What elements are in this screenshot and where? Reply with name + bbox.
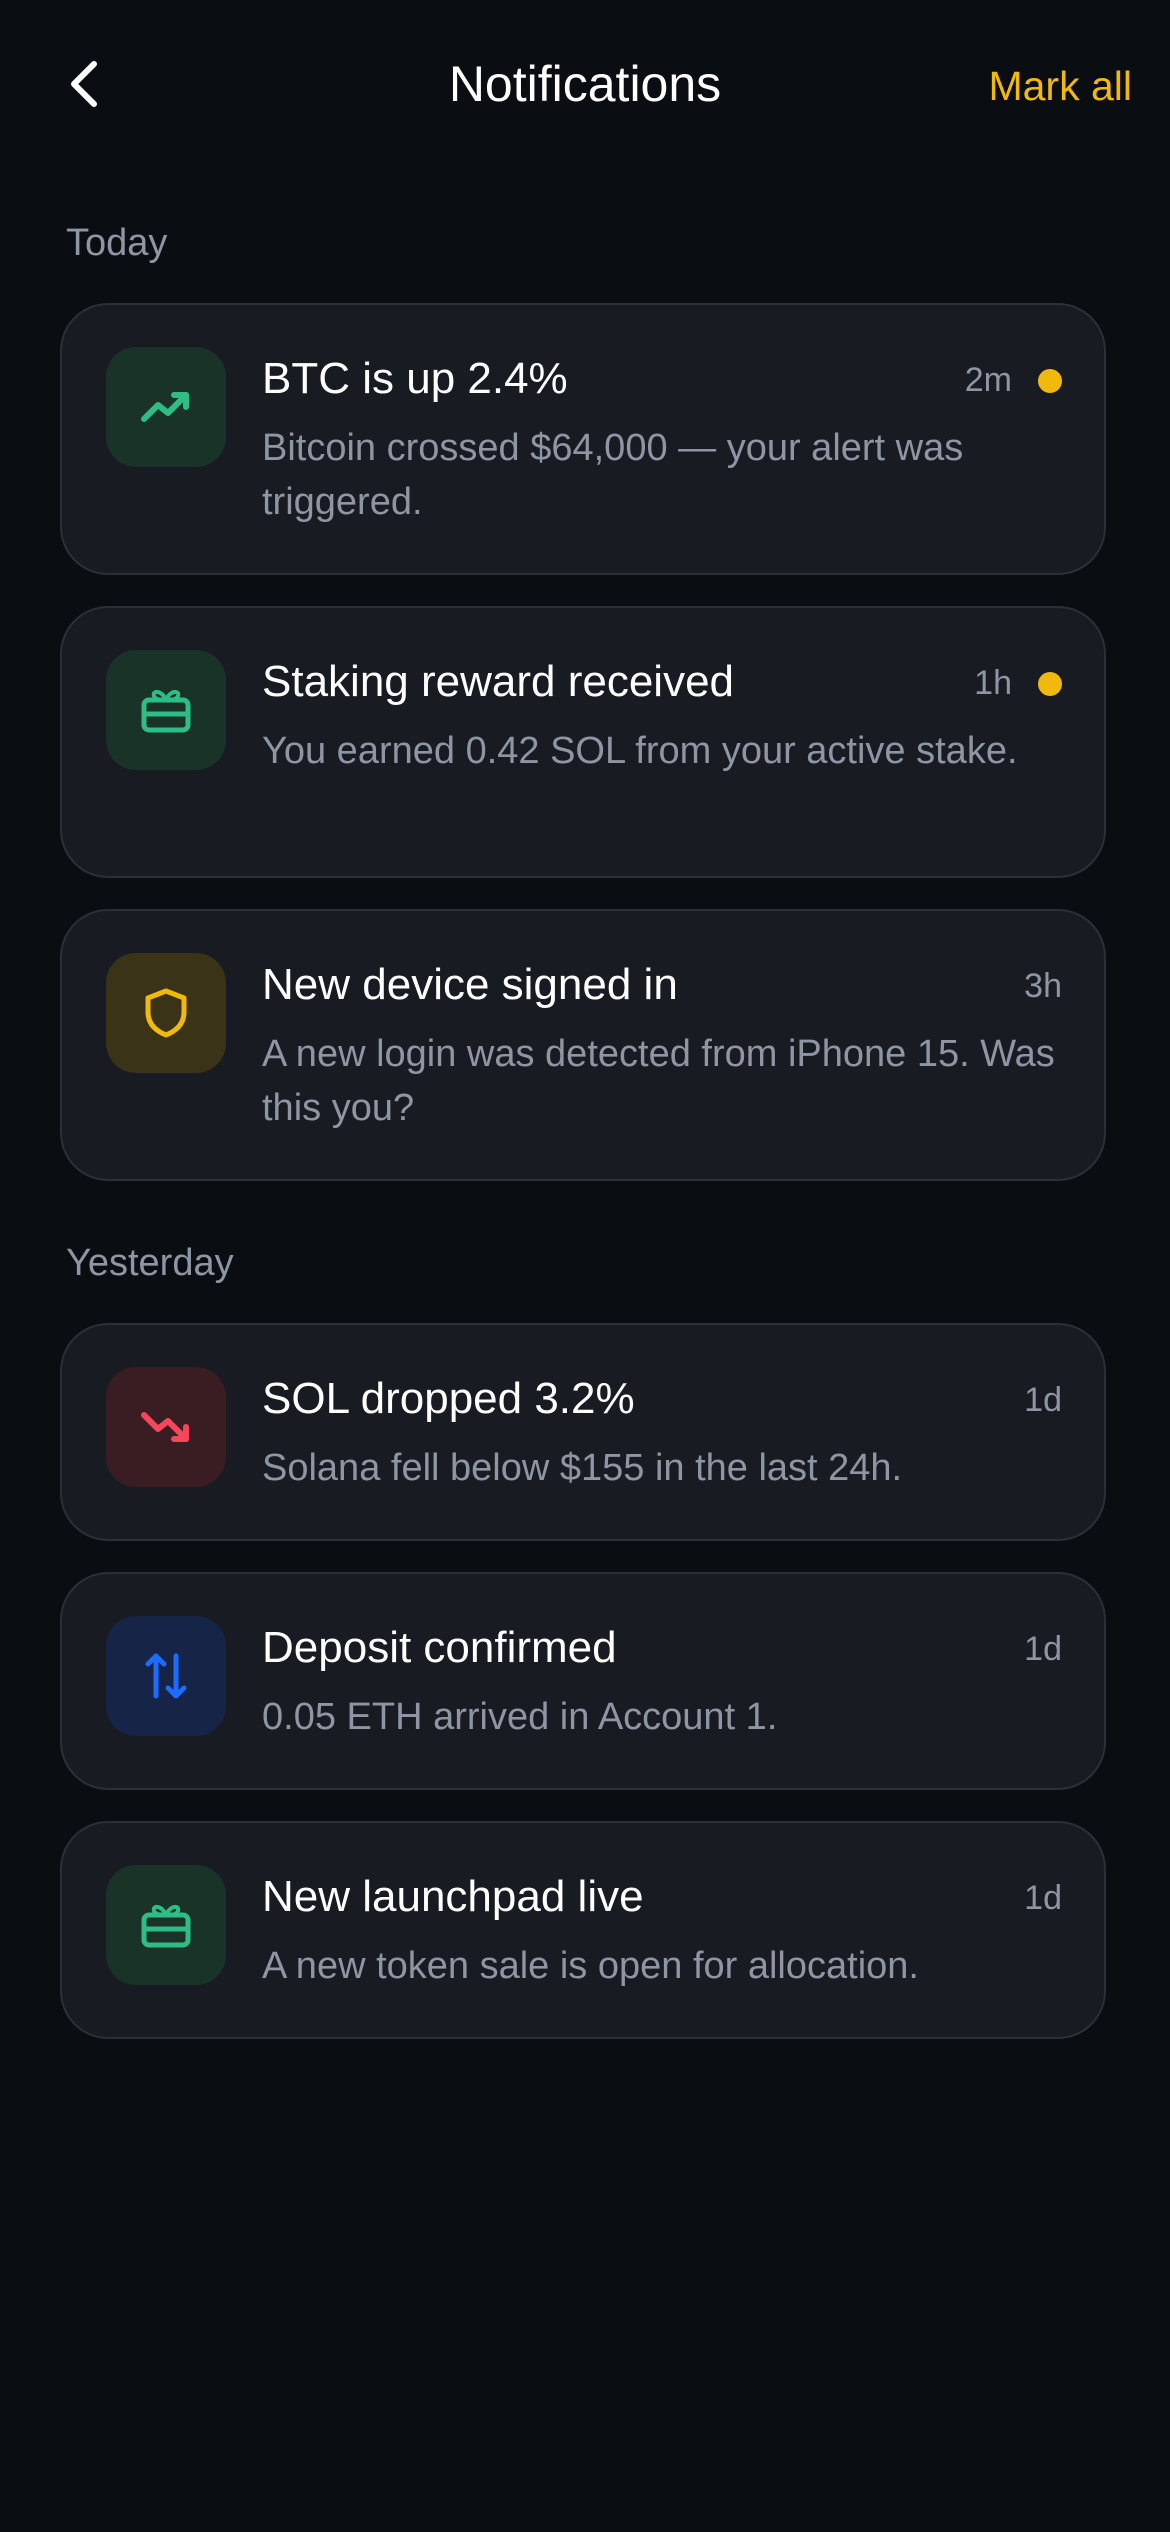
notification-card[interactable]: New device signed in 3h A new login was …	[60, 909, 1106, 1181]
notification-card[interactable]: New launchpad live 1d A new token sale i…	[60, 1821, 1106, 2039]
notification-time: 1d	[1024, 1630, 1062, 1668]
notification-body: Bitcoin crossed $64,000 — your alert was…	[262, 427, 964, 523]
notification-time: 3h	[1024, 967, 1062, 1005]
unread-dot	[1038, 369, 1062, 393]
notification-title: SOL dropped 3.2%	[262, 1374, 635, 1423]
shield-icon	[145, 988, 187, 1038]
notification-time: 1d	[1024, 1879, 1062, 1917]
notification-body: Solana fell below $155 in the last 24h.	[262, 1447, 903, 1489]
notification-card[interactable]: Deposit confirmed 1d 0.05 ETH arrived in…	[60, 1572, 1106, 1790]
section-label-yesterday: Yesterday	[66, 1242, 234, 1284]
notification-time: 1d	[1024, 1381, 1062, 1419]
mark-all-button[interactable]: Mark all	[988, 50, 1132, 122]
notification-card[interactable]: BTC is up 2.4% 2m Bitcoin crossed $64,00…	[60, 303, 1106, 575]
notification-body: A new token sale is open for allocation.	[262, 1945, 919, 1987]
notification-card[interactable]: SOL dropped 3.2% 1d Solana fell below $1…	[60, 1323, 1106, 1541]
notification-title: New launchpad live	[262, 1872, 644, 1921]
notification-title: New device signed in	[262, 960, 678, 1009]
notification-body: 0.05 ETH arrived in Account 1.	[262, 1696, 778, 1738]
icon-tile	[106, 650, 226, 770]
trending-down-icon	[141, 1412, 189, 1442]
notification-body: You earned 0.42 SOL from your active sta…	[262, 730, 1018, 772]
header: Notifications Mark all	[0, 0, 1170, 170]
notification-title: Staking reward received	[262, 657, 735, 706]
notification-time: 2m	[964, 361, 1012, 399]
notification-title: BTC is up 2.4%	[262, 354, 568, 403]
icon-tile	[106, 347, 226, 467]
section-label-today: Today	[66, 222, 168, 264]
notification-time: 1h	[974, 664, 1012, 702]
icon-tile	[106, 953, 226, 1073]
icon-tile	[106, 1367, 226, 1487]
unread-dot	[1038, 672, 1062, 696]
notification-card[interactable]: Staking reward received 1h You earned 0.…	[60, 606, 1106, 878]
notification-body: A new login was detected from iPhone 15.…	[262, 1033, 1055, 1129]
icon-tile	[106, 1865, 226, 1985]
gift-icon	[141, 1904, 191, 1948]
notification-title: Deposit confirmed	[262, 1623, 617, 1672]
trending-up-icon	[141, 392, 189, 422]
transfer-icon	[145, 1653, 187, 1699]
icon-tile	[106, 1616, 226, 1736]
gift-icon	[141, 689, 191, 733]
